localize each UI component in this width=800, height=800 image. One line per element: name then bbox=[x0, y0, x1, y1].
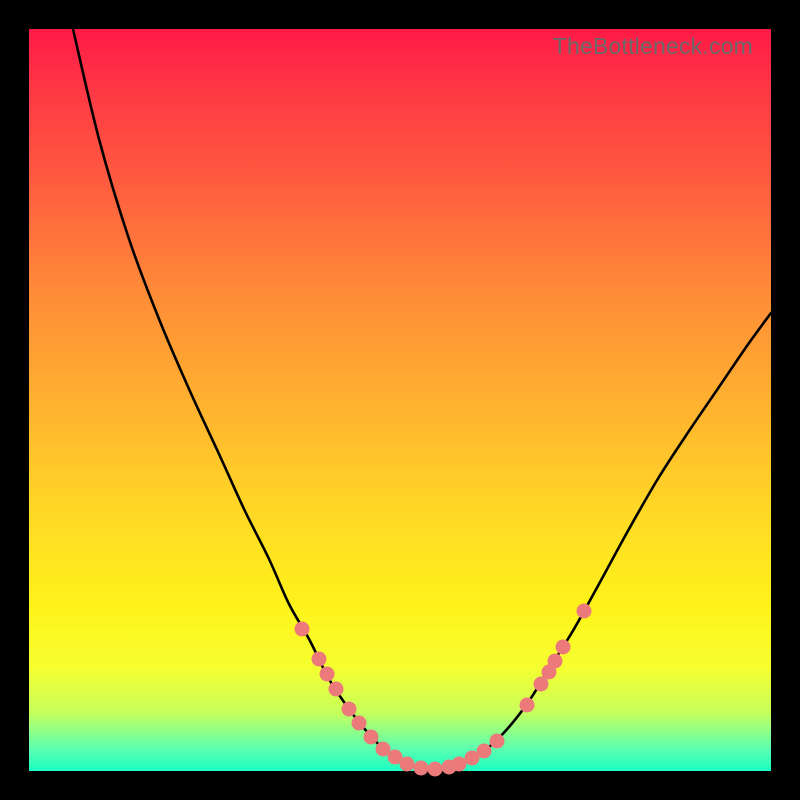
chart-overlay-svg bbox=[29, 29, 771, 771]
chart-frame: TheBottleneck.com bbox=[0, 0, 800, 800]
curve-marker-dot bbox=[556, 640, 571, 655]
curve-marker-dot bbox=[400, 757, 415, 772]
curve-marker-dot bbox=[320, 667, 335, 682]
curve-marker-dot bbox=[414, 761, 429, 776]
curve-marker-dot bbox=[520, 698, 535, 713]
curve-marker-dot bbox=[477, 744, 492, 759]
curve-marker-dot bbox=[428, 762, 443, 777]
curve-marker-dot bbox=[312, 652, 327, 667]
curve-marker-dot bbox=[342, 702, 357, 717]
curve-marker-dot bbox=[364, 730, 379, 745]
curve-marker-dot bbox=[548, 654, 563, 669]
curve-marker-dot bbox=[452, 757, 467, 772]
bottleneck-curve bbox=[73, 29, 771, 769]
curve-marker-dot bbox=[352, 716, 367, 731]
curve-marker-dot bbox=[490, 734, 505, 749]
curve-marker-dot bbox=[329, 682, 344, 697]
curve-markers bbox=[295, 604, 592, 777]
curve-marker-dot bbox=[295, 622, 310, 637]
gradient-plot-area: TheBottleneck.com bbox=[29, 29, 771, 771]
curve-marker-dot bbox=[577, 604, 592, 619]
